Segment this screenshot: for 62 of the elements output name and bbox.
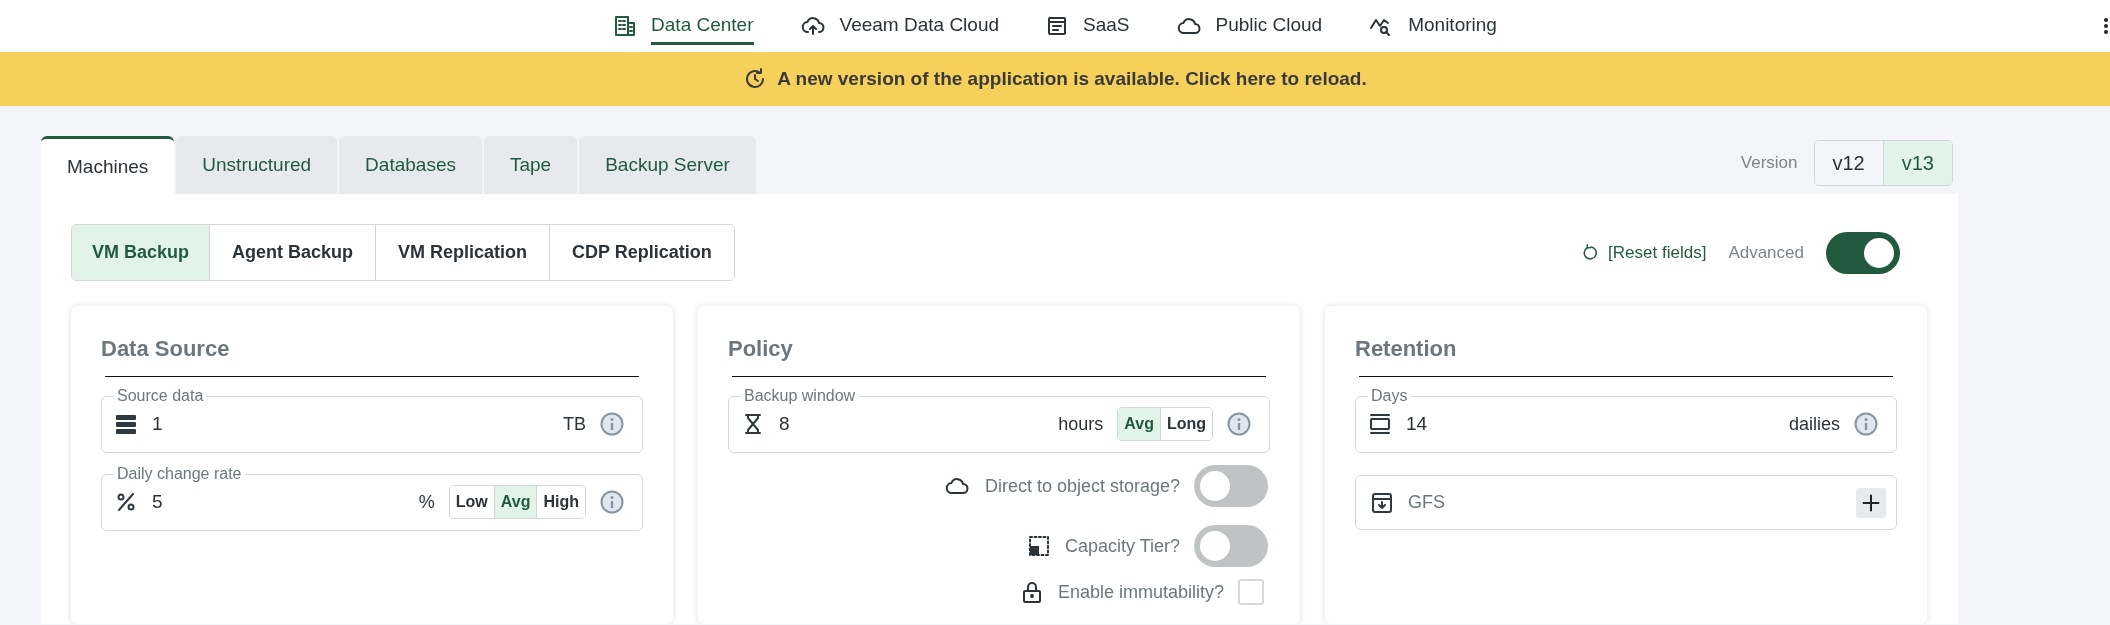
nav-link[interactable]: Public Cloud: [1215, 7, 1323, 45]
field-value: 8: [779, 413, 790, 435]
cloud-upload-icon: [799, 14, 826, 38]
input-field[interactable]: Days 14 dailies: [1355, 387, 1897, 453]
advanced-label: Advanced: [1728, 242, 1804, 263]
nav-link[interactable]: SaaS: [1083, 7, 1130, 45]
add-label: GFS: [1408, 492, 1445, 513]
tab[interactable]: Unstructured: [176, 136, 338, 194]
reset-fields-link[interactable]: [Reset fields]: [1582, 242, 1707, 263]
tab[interactable]: Backup Server: [579, 136, 756, 194]
stack-icon: [1368, 412, 1392, 436]
toggle-switch[interactable]: [1194, 525, 1268, 567]
nav-link[interactable]: Data Center: [651, 7, 754, 45]
toggle-switch[interactable]: [1826, 231, 1900, 274]
nav-link[interactable]: Monitoring: [1408, 7, 1497, 45]
unit-label: TB: [563, 413, 586, 435]
building-icon: [613, 14, 638, 38]
unit-label: %: [418, 491, 435, 513]
card-title: Policy: [728, 336, 794, 362]
version-label: Version: [1740, 153, 1798, 173]
nav-link[interactable]: Veeam Data Cloud: [839, 7, 1000, 45]
field-value: 14: [1406, 413, 1428, 435]
option-label: Capacity Tier?: [1064, 535, 1180, 557]
option-label: Enable immutability?: [1057, 581, 1224, 603]
option-button[interactable]: v13: [1882, 141, 1952, 185]
input-field[interactable]: Source data 1 TB: [101, 387, 643, 453]
option-button[interactable]: Avg: [493, 486, 537, 518]
field-label: Source data: [116, 387, 205, 405]
unit-label: hours: [1058, 413, 1104, 435]
tab[interactable]: Databases: [339, 136, 482, 194]
info-icon[interactable]: [600, 490, 624, 514]
banner-text: A new version of the application is available. Click here to reload.: [777, 68, 1367, 90]
info-icon[interactable]: [1854, 412, 1878, 436]
toggle-switch[interactable]: [1194, 465, 1268, 507]
option-button[interactable]: High: [536, 486, 585, 518]
field-label: Days: [1370, 387, 1409, 405]
field-value: 1: [152, 413, 163, 435]
option-button[interactable]: v12: [1814, 141, 1883, 185]
info-icon[interactable]: [600, 412, 624, 436]
tier-icon: [1026, 534, 1051, 558]
card-title: Retention: [1355, 336, 1458, 362]
input-field[interactable]: Daily change rate 5 % Low Avg High: [101, 465, 643, 531]
checkbox[interactable]: [1238, 579, 1264, 605]
tab[interactable]: Machines: [41, 136, 175, 194]
field-label: Backup window: [743, 387, 857, 405]
tab[interactable]: Tape: [483, 136, 578, 194]
option-button[interactable]: Long: [1159, 408, 1212, 440]
option-button[interactable]: Avg: [1118, 408, 1160, 440]
unit-label: dailies: [1788, 413, 1840, 435]
field-value: 5: [152, 491, 163, 513]
info-icon[interactable]: [1227, 412, 1251, 436]
option-button[interactable]: CDP Replication: [549, 225, 734, 280]
database-icon: [114, 412, 138, 436]
field-label: Daily change rate: [116, 465, 243, 483]
input-field[interactable]: Backup window 8 hours Avg Long: [728, 387, 1270, 453]
add-row[interactable]: GFS: [1355, 475, 1897, 530]
card-title: Data Source: [101, 336, 231, 362]
archive-icon: [1370, 490, 1394, 515]
option-label: Direct to object storage?: [984, 475, 1180, 497]
update-banner[interactable]: A new version of the application is available. Click here to reload.: [0, 52, 2110, 106]
option-button[interactable]: VM Backup: [72, 225, 210, 280]
add-button[interactable]: [1856, 487, 1886, 518]
